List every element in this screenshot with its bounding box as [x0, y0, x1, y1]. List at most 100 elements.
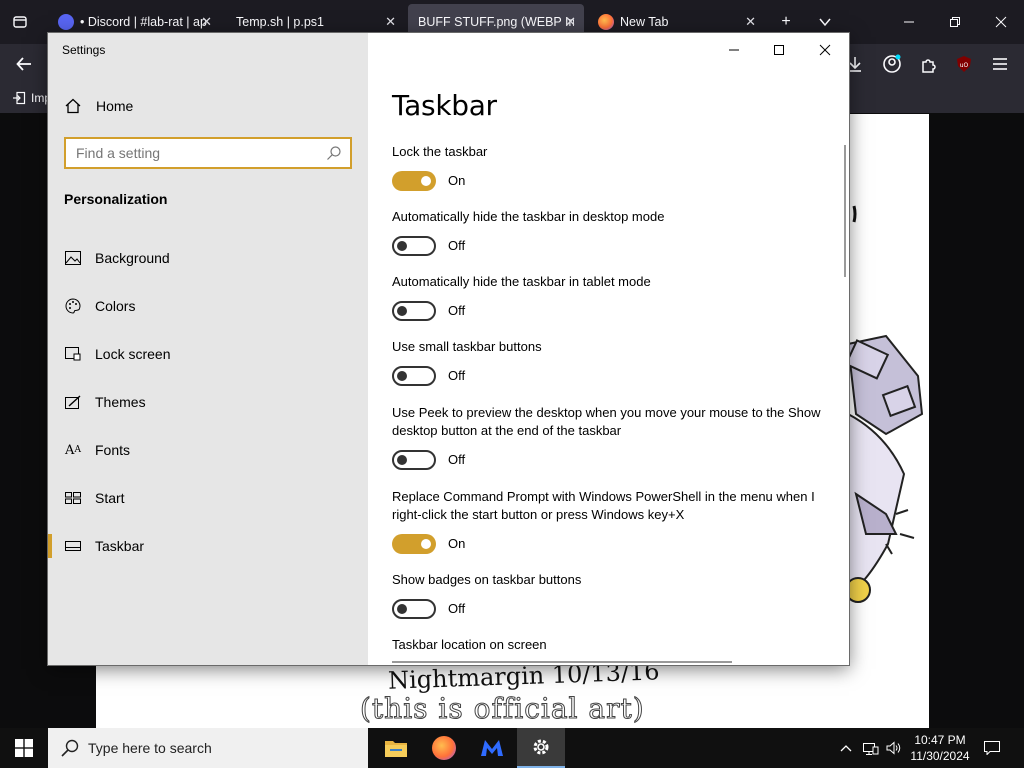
- toggle-state: On: [448, 536, 466, 551]
- palette-icon: [64, 297, 82, 315]
- malwarebytes-button[interactable]: [468, 728, 516, 768]
- setting-lock-taskbar: Lock the taskbar On: [392, 143, 832, 193]
- setting-label: Automatically hide the taskbar in deskto…: [392, 209, 665, 224]
- toggle-state: Off: [448, 303, 466, 318]
- artwork-caption: (this is official art): [360, 692, 645, 726]
- settings-app-button[interactable]: [517, 728, 565, 768]
- setting-label: Taskbar location on screen: [392, 637, 547, 652]
- sidebar-item-lock-screen[interactable]: Lock screen: [48, 334, 368, 374]
- toggle-state: Off: [448, 368, 466, 383]
- fonts-icon: AA: [65, 442, 81, 458]
- system-clock[interactable]: 10:47 PM 11/30/2024: [904, 732, 976, 764]
- network-icon[interactable]: [860, 728, 882, 768]
- sidebar-item-colors[interactable]: Colors: [48, 286, 368, 326]
- account-icon[interactable]: [880, 52, 904, 76]
- start-button[interactable]: [0, 728, 48, 768]
- show-hidden-icons-chevron-icon[interactable]: [836, 728, 856, 768]
- toggle-state: Off: [448, 452, 466, 467]
- toggle-switch[interactable]: [392, 236, 436, 256]
- lock-screen-icon: [64, 345, 82, 363]
- setting-badges: Show badges on taskbar buttons Off: [392, 571, 832, 621]
- sidebar-item-start[interactable]: Start: [48, 478, 368, 518]
- windows-logo-icon: [15, 739, 33, 757]
- taskbar-search-box[interactable]: Type here to search: [48, 728, 368, 768]
- settings-content: Taskbar Lock the taskbar On Automaticall…: [368, 33, 849, 665]
- settings-sidebar: Settings Home Find a setting Personaliza…: [48, 33, 368, 665]
- search-icon: [327, 146, 341, 160]
- setting-small-buttons: Use small taskbar buttons Off: [392, 338, 832, 388]
- tab-list-icon[interactable]: [8, 10, 32, 34]
- close-browser-icon[interactable]: [990, 11, 1012, 33]
- setting-label: Use small taskbar buttons: [392, 339, 542, 354]
- toggle-switch[interactable]: [392, 366, 436, 386]
- setting-label: Lock the taskbar: [392, 144, 488, 159]
- import-icon: [13, 91, 26, 105]
- setting-label: Replace Command Prompt with Windows Powe…: [392, 489, 815, 522]
- themes-icon: [64, 393, 82, 411]
- windows-taskbar: Type here to search 10:47 PM 11/30/2024: [0, 728, 1024, 768]
- search-icon: [61, 739, 79, 757]
- new-tab-plus-icon[interactable]: +: [775, 11, 797, 33]
- close-tab-icon[interactable]: ✕: [565, 14, 576, 30]
- taskbar-location-dropdown[interactable]: [392, 661, 732, 665]
- gear-icon: [533, 739, 549, 755]
- window-title: Settings: [62, 43, 106, 57]
- sidebar-item-fonts[interactable]: AA Fonts: [48, 430, 368, 470]
- maximize-icon[interactable]: [768, 39, 790, 61]
- sidebar-item-label: Lock screen: [95, 346, 171, 362]
- home-nav-item[interactable]: Home: [48, 89, 368, 123]
- toggle-switch[interactable]: [392, 534, 436, 554]
- volume-icon[interactable]: [884, 728, 904, 768]
- tab-overflow-chevron-icon[interactable]: [814, 11, 836, 33]
- close-tab-icon[interactable]: ✕: [745, 14, 756, 30]
- start-icon: [64, 489, 82, 507]
- close-icon[interactable]: [814, 39, 836, 61]
- import-bookmarks-link[interactable]: Imp: [12, 91, 51, 105]
- sidebar-item-label: Start: [95, 490, 125, 506]
- setting-powershell: Replace Command Prompt with Windows Powe…: [392, 488, 832, 556]
- content-scrollbar[interactable]: [844, 145, 846, 277]
- minimize-browser-icon[interactable]: [898, 11, 920, 33]
- firefox-favicon-icon: [598, 14, 614, 30]
- folder-icon: [385, 741, 407, 757]
- clock-date: 11/30/2024: [910, 749, 970, 763]
- discord-favicon-icon: [58, 14, 74, 30]
- sidebar-item-label: Taskbar: [95, 538, 145, 554]
- close-tab-icon[interactable]: ✕: [385, 14, 396, 30]
- search-placeholder: Find a setting: [76, 145, 161, 161]
- toggle-switch[interactable]: [392, 599, 436, 619]
- minimize-icon[interactable]: [723, 39, 745, 61]
- extensions-puzzle-icon[interactable]: [917, 52, 941, 76]
- sidebar-item-themes[interactable]: Themes: [48, 382, 368, 422]
- taskbar-icon: [64, 537, 82, 555]
- back-arrow-icon[interactable]: [12, 52, 36, 76]
- sidebar-item-taskbar[interactable]: Taskbar: [48, 526, 368, 566]
- home-icon: [65, 98, 81, 114]
- firefox-icon: [432, 736, 456, 760]
- setting-label: Use Peek to preview the desktop when you…: [392, 405, 821, 438]
- toggle-state: Off: [448, 601, 466, 616]
- clock-time: 10:47 PM: [914, 733, 966, 747]
- close-tab-icon[interactable]: ✕: [201, 14, 212, 30]
- home-label: Home: [96, 98, 134, 114]
- hamburger-menu-icon[interactable]: [988, 52, 1012, 76]
- file-explorer-button[interactable]: [372, 728, 420, 768]
- notifications-icon[interactable]: [980, 728, 1004, 768]
- sidebar-item-label: Colors: [95, 298, 136, 314]
- restore-browser-icon[interactable]: [944, 11, 966, 33]
- tab-title: • Discord | #lab-rat | ap: [80, 15, 207, 29]
- toggle-switch[interactable]: [392, 171, 436, 191]
- settings-window: Settings Home Find a setting Personaliza…: [48, 33, 849, 665]
- toggle-switch[interactable]: [392, 301, 436, 321]
- toggle-state: Off: [448, 238, 466, 253]
- firefox-button[interactable]: [420, 728, 468, 768]
- setting-label: Automatically hide the taskbar in tablet…: [392, 274, 651, 289]
- tab-title: New Tab: [620, 15, 669, 29]
- sidebar-item-label: Fonts: [95, 442, 131, 458]
- ublock-origin-icon[interactable]: uO: [952, 52, 976, 76]
- sidebar-item-background[interactable]: Background: [48, 238, 368, 278]
- toggle-switch[interactable]: [392, 450, 436, 470]
- setting-label: Show badges on taskbar buttons: [392, 572, 582, 587]
- find-setting-input[interactable]: Find a setting: [64, 137, 352, 169]
- selected-indicator: [48, 534, 52, 558]
